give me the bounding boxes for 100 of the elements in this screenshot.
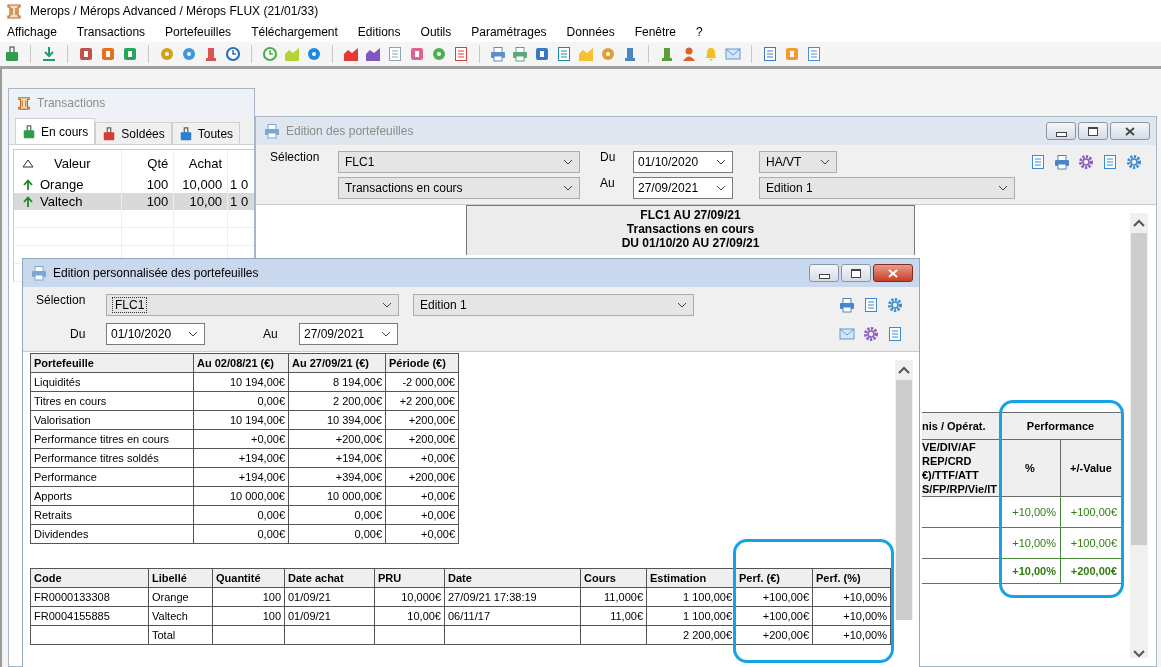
tab[interactable]: En cours [15,118,96,144]
printer-icon[interactable] [512,46,528,62]
table-cell: 100 [262,591,281,603]
chevron-icon [382,301,392,308]
column-header[interactable]: Achat [188,155,223,171]
chevron-icon [677,301,687,308]
clock-icon[interactable] [225,46,241,62]
table-cell: +10,00% [1012,506,1056,518]
dropdown[interactable]: Transactions en cours [338,176,580,199]
preview-icon[interactable] [1102,153,1118,170]
date-field[interactable]: 27/09/2021 [633,176,733,199]
settings-icon[interactable] [887,296,903,313]
table-cell: 10,000€ [401,591,441,603]
sort-icon[interactable] [22,158,34,168]
table-cell: +0,00€ [421,509,455,521]
table-cell: +194,00€ [238,471,285,483]
box-icon[interactable] [122,46,138,62]
tab[interactable]: Toutes [171,122,241,144]
minimize-button[interactable] [1046,122,1076,140]
list-icon[interactable] [387,46,403,62]
table-cell: 1 100,00€ [683,591,732,603]
column-header: Quantité [216,572,261,584]
area-chart-icon[interactable] [365,46,381,62]
column-header: REP/CRD [922,454,973,468]
table-cell: +200,00€ [762,629,809,641]
menu-item[interactable]: Editions [350,25,408,39]
chevron-up-icon[interactable] [1133,219,1145,227]
table-cell: 06/11/17 [448,610,490,622]
chevron-up-icon[interactable] [898,366,910,374]
column-header: Au 02/08/21 (€) [197,357,275,369]
maximize-button[interactable] [1078,122,1108,140]
maximize-button[interactable] [841,264,871,282]
printer-icon[interactable] [1054,153,1070,170]
table-cell: Valorisation [34,414,91,426]
scrollbar[interactable] [895,360,913,620]
dropdown[interactable]: FLC1 [106,293,399,316]
table-cell: Liquidités [34,376,81,388]
settings-icon[interactable] [1126,153,1142,170]
dropdown[interactable]: Edition 1 [413,293,694,316]
table-cell: 01/09/21 [288,591,331,603]
table-cell: 10,000 [182,177,223,192]
date-field[interactable]: 01/10/2020 [633,150,733,173]
menu-item[interactable]: Affichage [0,25,64,39]
table-cell: +100,00€ [1070,506,1117,518]
printer-icon[interactable] [839,296,855,313]
menu-item[interactable]: ? [689,25,710,39]
column-header: Date achat [288,572,344,584]
field-label: Sélection [36,293,87,307]
table-cell: 11,00€ [610,610,643,622]
gears-icon[interactable] [1078,153,1094,170]
table-cell: +200,00€ [1070,565,1117,577]
gears-icon[interactable] [863,325,879,342]
printer-icon[interactable] [490,46,506,62]
column-header: Portefeuille [34,357,94,369]
table-cell: +200,00€ [335,433,382,445]
up-arrow-icon [22,195,34,208]
date-field[interactable]: 27/09/2021 [299,322,398,345]
close-button[interactable] [873,264,913,282]
column-header: S/FP/RP/Vie/IT [922,482,996,496]
new-document-icon[interactable] [1030,153,1046,170]
person-icon[interactable] [681,46,697,62]
new-document-icon[interactable] [887,325,903,342]
column-header[interactable]: Qté [147,155,169,171]
dropdown[interactable]: HA/VT [759,150,837,173]
menu-item[interactable]: Portefeuilles [158,25,239,39]
chevron-icon [998,184,1008,191]
table-cell: 2 200,00€ [333,395,382,407]
area-chart-icon[interactable] [343,46,359,62]
menu-item[interactable]: Fenêtre [627,25,683,39]
disc-icon[interactable] [306,46,322,62]
menu-item[interactable]: Transactions [69,25,153,39]
table-cell: 10,00€ [407,610,441,622]
column-header[interactable]: Valeur [54,155,91,171]
table-cell: +194,00€ [238,452,285,464]
table-cell: 10 194,00€ [229,414,285,426]
column-header: Période (€) [389,357,446,369]
table-cell: 11,000€ [604,591,643,603]
download-icon[interactable] [41,46,57,62]
menu-item[interactable]: Paramétrages [464,25,554,39]
menu-item[interactable]: Outils [413,25,459,39]
menu-item[interactable]: Téléchargement [244,25,345,39]
table-cell: +0,00€ [421,528,455,540]
close-button[interactable] [1110,122,1150,140]
close-icon [1125,126,1135,136]
box-icon[interactable] [100,46,116,62]
scrollbar[interactable] [1130,213,1148,658]
mail-icon[interactable] [839,325,855,342]
tab[interactable]: Soldées [95,122,172,144]
table-row[interactable]: Valtech 100 10,00 1 0 [14,193,254,210]
minimize-button[interactable] [809,264,839,282]
table-cell: Performance [34,471,97,483]
binder-icon[interactable] [4,46,20,62]
list-icon[interactable] [762,46,778,62]
dropdown[interactable]: FLC1 [338,150,580,173]
menu-item[interactable]: Données [559,25,622,39]
mail-icon[interactable] [725,46,741,62]
date-field[interactable]: 01/10/2020 [106,322,205,345]
preview-icon[interactable] [863,296,879,313]
dropdown[interactable]: Edition 1 [759,176,1015,199]
chevron-down-icon[interactable] [1133,650,1145,658]
